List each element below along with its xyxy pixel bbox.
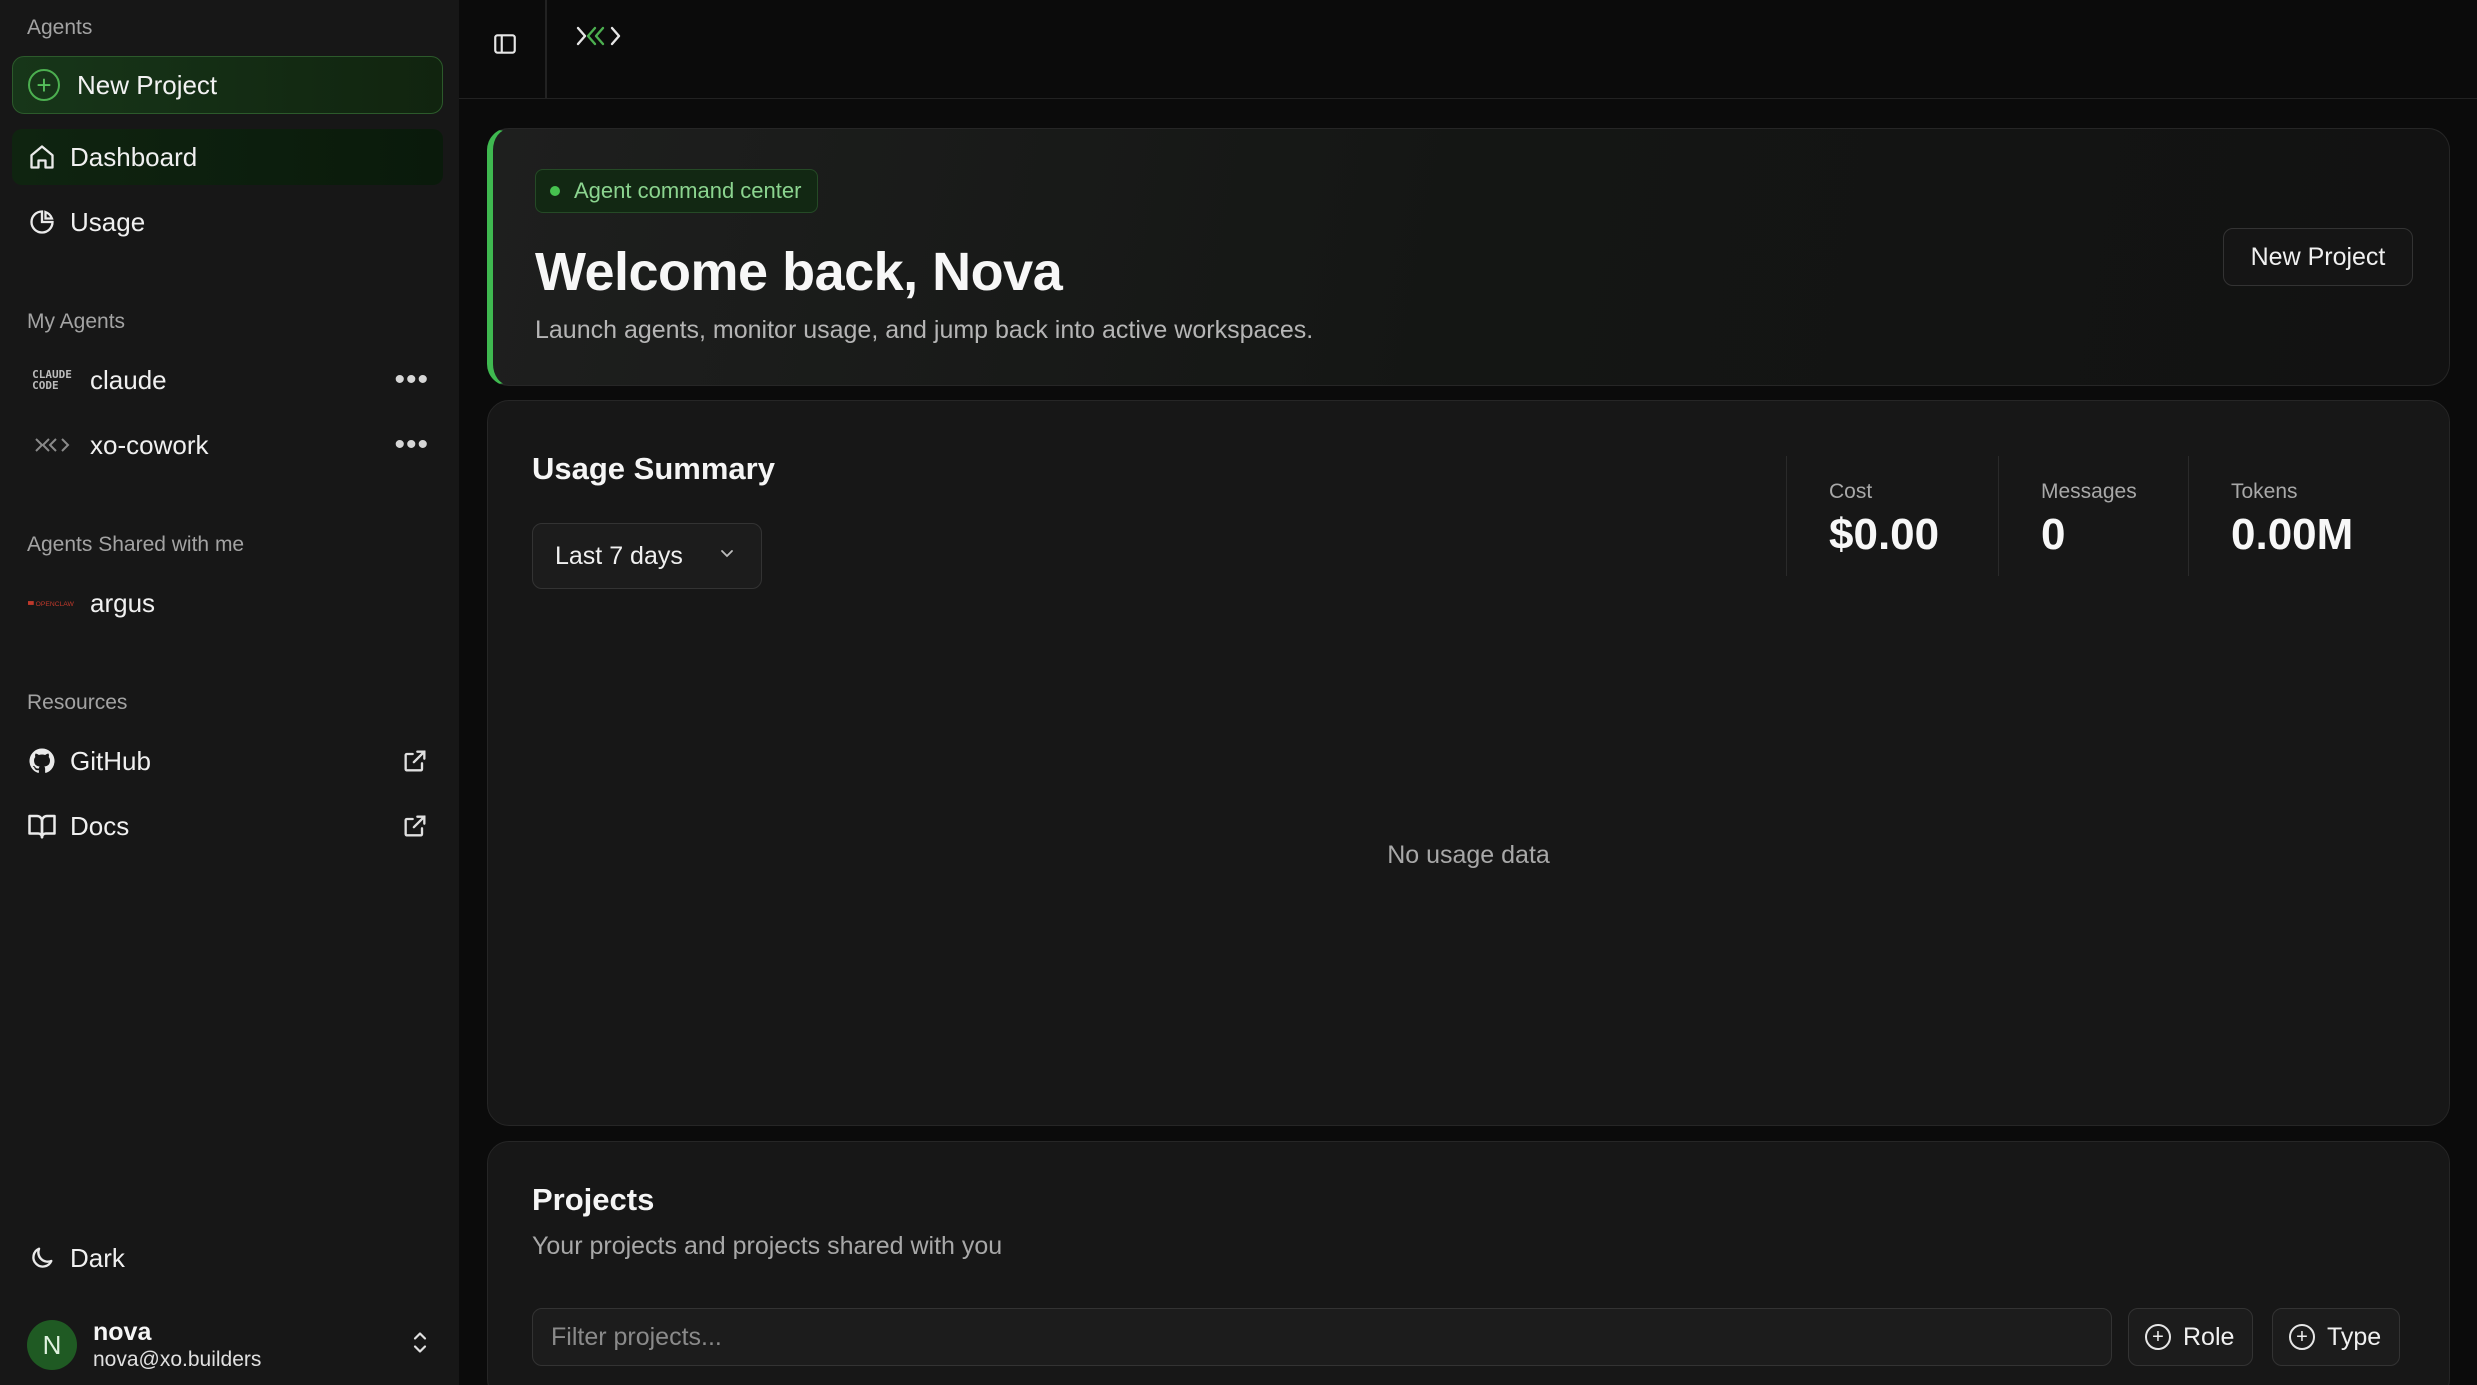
plus-circle-icon: + <box>28 69 60 101</box>
more-options-icon[interactable]: ••• <box>394 430 429 460</box>
sidebar-new-project-button[interactable]: + New Project <box>12 56 443 114</box>
projects-card: Projects Your projects and projects shar… <box>487 1141 2450 1385</box>
openclaw-logo-icon: OPENCLAW <box>28 598 76 608</box>
stat-label: Cost <box>1829 480 1873 503</box>
welcome-hero: Agent command center Welcome back, Nova … <box>487 128 2450 386</box>
github-icon <box>26 746 58 776</box>
sidebar-toggle-icon[interactable] <box>489 28 521 60</box>
new-project-button[interactable]: New Project <box>2223 228 2413 286</box>
stat-value: 0 <box>2041 510 2066 559</box>
external-link-icon[interactable] <box>401 747 429 775</box>
projects-title: Projects <box>532 1182 655 1217</box>
stat-messages: Messages 0 <box>1998 456 2188 576</box>
user-email: nova@xo.builders <box>93 1348 262 1371</box>
sidebar-item-label: Dashboard <box>70 141 198 172</box>
new-project-label: New Project <box>77 69 218 100</box>
sidebar-item-dashboard[interactable]: Dashboard <box>12 129 443 185</box>
xo-logo-icon <box>28 436 76 454</box>
sidebar-item-label: xo-cowork <box>90 429 209 460</box>
moon-icon <box>26 1244 58 1272</box>
theme-label: Dark <box>70 1242 125 1273</box>
stat-value: $0.00 <box>1829 510 1940 559</box>
topbar <box>459 0 2477 99</box>
usage-summary-title: Usage Summary <box>532 451 775 486</box>
page-subtitle: Launch agents, monitor usage, and jump b… <box>535 316 1314 344</box>
xo-logo-icon[interactable] <box>575 22 623 55</box>
sidebar-item-github[interactable]: GitHub <box>12 733 443 789</box>
type-filter-button[interactable]: + Type <box>2272 1308 2401 1366</box>
user-menu[interactable]: N nova nova@xo.builders <box>27 1317 447 1373</box>
avatar: N <box>27 1320 77 1370</box>
sidebar-item-label: argus <box>90 587 156 618</box>
stat-cost: Cost $0.00 <box>1786 456 1998 576</box>
empty-state: No usage data <box>1387 841 1550 869</box>
sidebar-item-docs[interactable]: Docs <box>12 798 443 854</box>
book-icon <box>26 811 58 841</box>
my-agents-section-label: My Agents <box>27 310 126 333</box>
usage-summary-card: Usage Summary Last 7 days Cost $0.00 Mes… <box>487 400 2450 1126</box>
stat-label: Messages <box>2041 480 2137 503</box>
shared-agents-section-label: Agents Shared with me <box>27 533 245 556</box>
status-badge: Agent command center <box>535 169 819 213</box>
sidebar-item-label: Docs <box>70 810 130 841</box>
resources-section-label: Resources <box>27 691 128 714</box>
more-options-icon[interactable]: ••• <box>394 365 429 395</box>
filter-projects-input[interactable] <box>532 1308 2112 1366</box>
plus-circle-icon: + <box>2289 1324 2315 1350</box>
status-dot-icon <box>550 186 560 196</box>
theme-toggle[interactable]: Dark <box>12 1230 443 1286</box>
claude-code-logo-icon: CLAUDE CODE <box>32 368 72 392</box>
svg-text:OPENCLAW: OPENCLAW <box>36 601 75 608</box>
stat-label: Tokens <box>2231 480 2298 503</box>
agents-section-label: Agents <box>27 16 93 39</box>
sidebar-item-label: claude <box>90 364 167 395</box>
chevron-down-icon <box>717 542 737 571</box>
sidebar-item-xo-cowork[interactable]: xo-cowork ••• <box>12 417 443 473</box>
sidebar-item-label: GitHub <box>70 745 151 776</box>
stat-tokens: Tokens 0.00M <box>2188 456 2428 576</box>
home-icon <box>26 143 58 171</box>
pie-chart-icon <box>26 208 58 236</box>
page-title: Welcome back, Nova <box>535 242 1063 302</box>
user-name: nova <box>93 1318 152 1346</box>
topbar-divider <box>545 0 547 99</box>
sidebar-item-usage[interactable]: Usage <box>12 194 443 250</box>
external-link-icon[interactable] <box>401 812 429 840</box>
sidebar: Agents + New Project Dashboard Usage My … <box>0 0 459 1385</box>
date-range-select[interactable]: Last 7 days <box>532 523 762 589</box>
sidebar-item-label: Usage <box>70 206 146 237</box>
chevron-up-down-icon <box>409 1329 431 1362</box>
plus-circle-icon: + <box>2145 1324 2171 1350</box>
sidebar-item-argus[interactable]: OPENCLAW argus <box>12 575 443 631</box>
sidebar-item-claude[interactable]: CLAUDE CODE claude ••• <box>12 352 443 408</box>
role-filter-button[interactable]: + Role <box>2128 1308 2254 1366</box>
projects-subtitle: Your projects and projects shared with y… <box>532 1232 1003 1260</box>
stat-value: 0.00M <box>2231 510 2354 559</box>
